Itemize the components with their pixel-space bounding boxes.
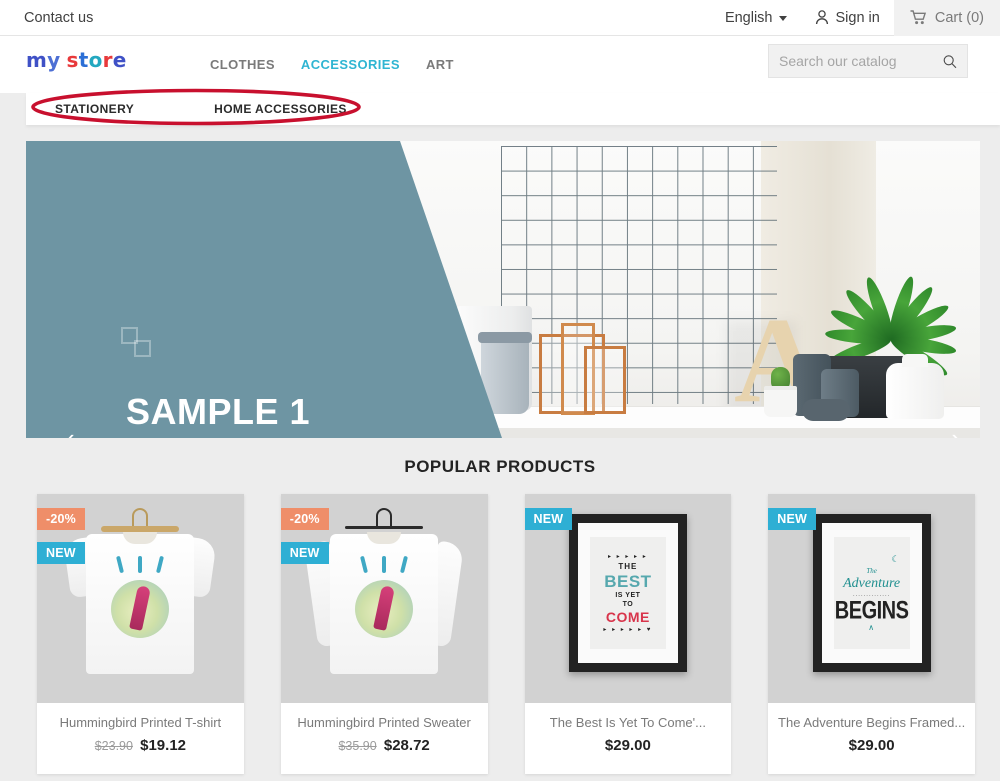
- moon-icon: ☾: [891, 554, 900, 564]
- sign-in-label: Sign in: [835, 9, 880, 26]
- poster-text-come: COME: [605, 609, 650, 625]
- site-logo[interactable]: my store: [26, 50, 127, 70]
- product-card[interactable]: NEW ▸ ▸ ▸ ▸ ▸ THE BEST IS YET TO COME ▸ …: [524, 494, 732, 774]
- hero-carousel[interactable]: A SAMPLE 1 EXCEPTEUR OCCAECAT Lorem ipsu…: [26, 141, 980, 438]
- poster-text-best: BEST: [604, 572, 652, 591]
- product-price-group: $29.00: [768, 737, 975, 754]
- product-card[interactable]: -20% NEW Hummingbird Printed Sweater $35…: [280, 494, 488, 774]
- product-card[interactable]: -20% NEW Hummingbird Printed T-shirt $23…: [37, 494, 244, 774]
- logo-letter-t: t: [78, 48, 89, 72]
- product-grid: -20% NEW Hummingbird Printed T-shirt $23…: [37, 494, 975, 774]
- chevron-down-icon: [778, 16, 787, 21]
- product-old-price: $35.90: [338, 739, 377, 753]
- product-name[interactable]: The Adventure Begins Framed...: [768, 715, 975, 730]
- poster-text-the: THE: [618, 562, 638, 571]
- photo-bin-lid: [478, 332, 532, 343]
- search-icon[interactable]: [943, 54, 957, 69]
- contact-us-link[interactable]: Contact us: [24, 10, 93, 26]
- poster-text-isyet: IS YET: [615, 592, 641, 599]
- logo-letter-o: o: [88, 48, 103, 72]
- shopping-cart-icon: [910, 10, 926, 25]
- nav-item-accessories[interactable]: ACCESSORIES: [301, 57, 400, 72]
- discount-badge: -20%: [280, 508, 329, 530]
- site-header: my store CLOTHES ACCESSORIES ART: [0, 36, 1000, 93]
- poster-text-begins: BEGINS: [834, 597, 909, 625]
- poster-arrows-top: ▸ ▸ ▸ ▸ ▸: [608, 554, 648, 560]
- product-info: The Adventure Begins Framed... $29.00: [768, 703, 975, 769]
- search-input[interactable]: [779, 53, 944, 69]
- new-badge: NEW: [37, 542, 85, 564]
- product-info: Hummingbird Printed T-shirt $23.90 $19.1…: [37, 703, 244, 769]
- language-label: English: [724, 9, 773, 26]
- photo-copper-lantern-3: [584, 346, 626, 414]
- main-navigation: CLOTHES ACCESSORIES ART: [210, 57, 454, 72]
- user-icon: [815, 10, 828, 25]
- product-price: $29.00: [604, 737, 651, 754]
- logo-letter-s: s: [66, 48, 79, 72]
- photo-cactus-pot: [764, 386, 797, 417]
- poster-text-adventure: Adventure: [843, 576, 901, 591]
- language-selector[interactable]: English: [711, 0, 801, 36]
- hanger-hook-icon: [376, 508, 393, 526]
- nav-item-clothes[interactable]: CLOTHES: [210, 57, 275, 72]
- product-info: The Best Is Yet To Come'... $29.00: [524, 703, 732, 769]
- product-price-group: $23.90 $19.12: [37, 737, 244, 754]
- product-price: $19.12: [140, 737, 187, 754]
- hero-title: SAMPLE 1: [126, 391, 311, 432]
- nav-item-art[interactable]: ART: [426, 57, 454, 72]
- product-name[interactable]: The Best Is Yet To Come'...: [525, 715, 732, 730]
- hanger-bar-icon: [345, 526, 424, 529]
- carousel-prev-arrow[interactable]: ‹: [66, 425, 75, 438]
- logo-letter-r: r: [102, 48, 113, 72]
- product-info: Hummingbird Printed Sweater $35.90 $28.7…: [280, 703, 488, 769]
- logo-letter-m: m: [26, 48, 48, 72]
- new-badge: NEW: [768, 508, 817, 530]
- submenu-item-home-accessories[interactable]: HOME ACCESSORIES: [214, 102, 347, 116]
- sweater-illustration: [304, 508, 465, 684]
- photo-white-jar-lid: [902, 354, 928, 367]
- new-badge: NEW: [524, 508, 573, 530]
- frame-mat: ☾ The Adventure ·············· BEGINS ∧: [821, 523, 922, 663]
- new-badge: NEW: [280, 542, 329, 564]
- product-price: $28.72: [383, 737, 430, 754]
- submenu-item-stationery[interactable]: STATIONERY: [55, 102, 134, 116]
- photo-stone-dish: [802, 399, 850, 421]
- photo-white-jar: [886, 363, 944, 419]
- poster-artwork: ☾ The Adventure ·············· BEGINS ∧: [833, 537, 910, 649]
- frame-mat: ▸ ▸ ▸ ▸ ▸ THE BEST IS YET TO COME ▸ ▸ ▸ …: [577, 523, 678, 663]
- feather-icon: [382, 556, 387, 573]
- feather-icon: [138, 556, 143, 573]
- product-price-group: $35.90 $28.72: [281, 737, 488, 754]
- poster-arrows-bottom: ▸ ▸ ▸ ▸ ▸ ♥: [603, 627, 653, 633]
- product-card[interactable]: NEW ☾ The Adventure ·············· BEGIN…: [768, 494, 975, 774]
- discount-badge: -20%: [37, 508, 85, 530]
- product-old-price: $23.90: [94, 739, 133, 753]
- search-box[interactable]: [768, 44, 968, 78]
- poster-text-to: TO: [622, 601, 634, 608]
- hero-square-b: [134, 340, 151, 357]
- top-bar: Contact us English Sign in Cart (0): [0, 0, 1000, 36]
- product-price-group: $29.00: [525, 737, 732, 754]
- picture-frame: ▸ ▸ ▸ ▸ ▸ THE BEST IS YET TO COME ▸ ▸ ▸ …: [568, 514, 687, 672]
- cart-label: Cart (0): [934, 9, 984, 26]
- logo-letter-y: y: [47, 48, 61, 72]
- category-submenu: STATIONERY HOME ACCESSORIES: [26, 93, 1000, 125]
- tshirt-illustration: [63, 508, 218, 684]
- sign-in-button[interactable]: Sign in: [801, 0, 894, 36]
- product-price: $29.00: [848, 737, 895, 754]
- hanger-hook-icon: [132, 508, 149, 526]
- carousel-next-arrow[interactable]: ›: [951, 425, 960, 438]
- product-name[interactable]: Hummingbird Printed Sweater: [281, 715, 488, 730]
- cart-button[interactable]: Cart (0): [893, 0, 1000, 36]
- picture-frame: ☾ The Adventure ·············· BEGINS ∧: [812, 514, 931, 672]
- logo-letter-e: e: [112, 48, 127, 72]
- poster-artwork: ▸ ▸ ▸ ▸ ▸ THE BEST IS YET TO COME ▸ ▸ ▸ …: [589, 537, 666, 649]
- product-name[interactable]: Hummingbird Printed T-shirt: [37, 715, 244, 730]
- top-bar-right-group: English Sign in Cart (0): [711, 0, 1000, 36]
- poster-text-the: The: [866, 567, 877, 575]
- popular-products-heading: POPULAR PRODUCTS: [404, 457, 596, 476]
